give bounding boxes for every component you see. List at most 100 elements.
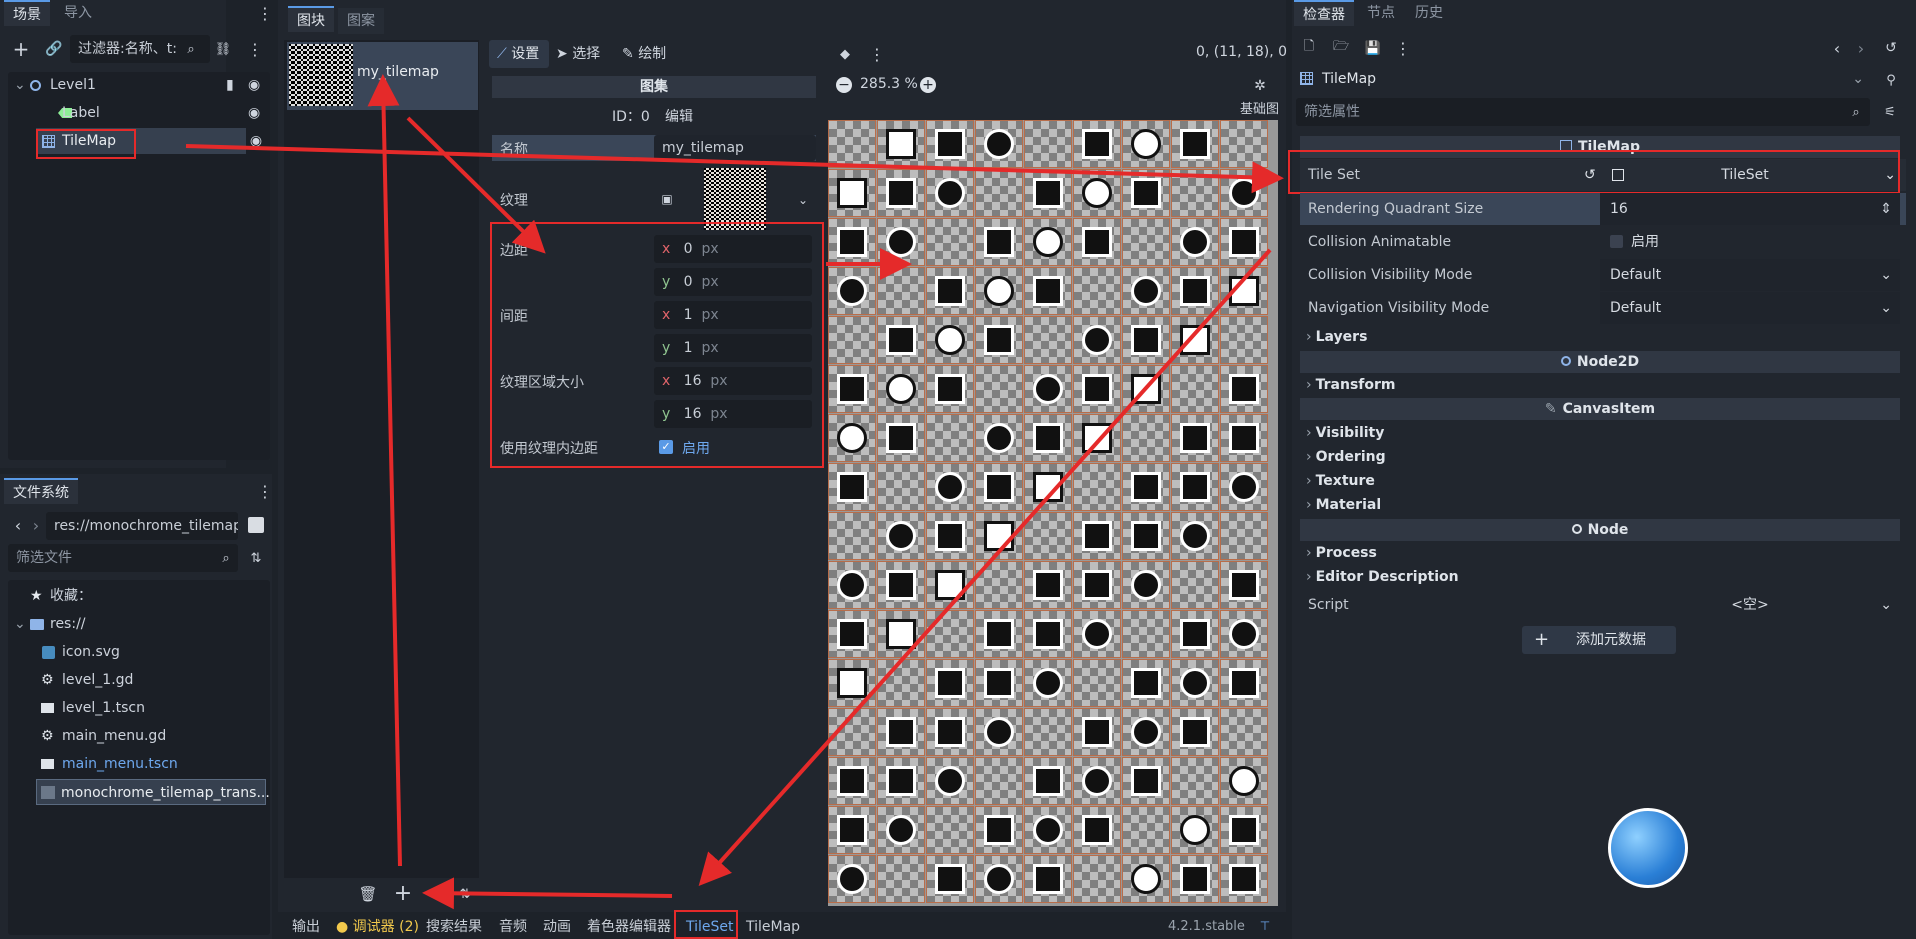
atlas-tile[interactable] bbox=[1171, 512, 1219, 560]
atlas-tile[interactable] bbox=[975, 708, 1023, 756]
save-icon[interactable]: 💾 bbox=[1364, 38, 1382, 58]
atlas-tile[interactable] bbox=[1073, 855, 1121, 903]
atlas-tile[interactable] bbox=[926, 120, 974, 168]
prop-collision-visibility[interactable]: Collision Visibility Mode Default ⌄ bbox=[1300, 259, 1906, 291]
atlas-tile[interactable] bbox=[926, 463, 974, 511]
atlas-tile[interactable] bbox=[1024, 267, 1072, 315]
atlas-tile[interactable] bbox=[975, 855, 1023, 903]
atlas-tile[interactable] bbox=[877, 169, 925, 217]
atlas-tile[interactable] bbox=[1024, 463, 1072, 511]
mode-paint-button[interactable]: ✎ 绘制 bbox=[622, 40, 666, 68]
link-icon[interactable]: 🔗 bbox=[44, 38, 64, 60]
script-icon[interactable]: ▮ bbox=[226, 72, 234, 98]
atlas-tile[interactable] bbox=[1171, 365, 1219, 413]
open-folder-icon[interactable]: 🗁 bbox=[1332, 38, 1350, 58]
tab-inspector[interactable]: 检查器 bbox=[1294, 0, 1354, 26]
atlas-tile[interactable] bbox=[926, 855, 974, 903]
atlas-tile[interactable] bbox=[828, 561, 876, 609]
atlas-tile[interactable] bbox=[1024, 512, 1072, 560]
atlas-tile[interactable] bbox=[926, 806, 974, 854]
prop-rendering-quadrant[interactable]: Rendering Quadrant Size 16 ⇕ bbox=[1300, 193, 1906, 225]
mode-select-button[interactable]: ➤ 选择 bbox=[556, 40, 600, 68]
atlas-tile[interactable] bbox=[828, 708, 876, 756]
zoom-in-icon[interactable]: + bbox=[920, 77, 936, 93]
bottom-tab-search[interactable]: 搜索结果 bbox=[426, 915, 482, 939]
texture-reset-icon[interactable]: ▣ bbox=[660, 190, 674, 208]
atlas-tile[interactable] bbox=[1024, 708, 1072, 756]
atlas-tile[interactable] bbox=[1024, 120, 1072, 168]
atlas-tile[interactable] bbox=[1220, 512, 1268, 560]
atlas-tile[interactable] bbox=[1073, 610, 1121, 658]
filter-settings-icon[interactable]: ⚟ bbox=[1882, 103, 1898, 121]
atlas-tile[interactable] bbox=[926, 316, 974, 364]
section-material[interactable]: Material bbox=[1306, 494, 1382, 516]
atlas-tile[interactable] bbox=[828, 169, 876, 217]
atlas-tile[interactable] bbox=[1024, 659, 1072, 707]
atlas-tile[interactable] bbox=[1024, 610, 1072, 658]
scene-menu-icon[interactable]: ⋮ bbox=[247, 39, 263, 59]
atlas-tile[interactable] bbox=[828, 218, 876, 266]
atlas-tile[interactable] bbox=[1220, 267, 1268, 315]
prop-script[interactable]: Script <空> ⌄ bbox=[1300, 589, 1906, 621]
atlas-tile[interactable] bbox=[828, 855, 876, 903]
atlas-tile[interactable] bbox=[926, 610, 974, 658]
atlas-tile[interactable] bbox=[1024, 414, 1072, 462]
atlas-tile[interactable] bbox=[1171, 120, 1219, 168]
atlas-tile[interactable] bbox=[1171, 806, 1219, 854]
atlas-tile[interactable] bbox=[877, 463, 925, 511]
atlas-tile[interactable] bbox=[1220, 218, 1268, 266]
property-filter-input[interactable]: 筛选属性 bbox=[1296, 98, 1870, 126]
atlas-tile[interactable] bbox=[975, 365, 1023, 413]
atlas-tile[interactable] bbox=[1122, 414, 1170, 462]
atlas-tile[interactable] bbox=[1073, 463, 1121, 511]
atlas-tile[interactable] bbox=[1073, 757, 1121, 805]
atlas-tile[interactable] bbox=[1220, 855, 1268, 903]
atlas-tile[interactable] bbox=[1122, 463, 1170, 511]
atlas-tile[interactable] bbox=[1073, 120, 1121, 168]
atlas-tile[interactable] bbox=[1171, 708, 1219, 756]
atlas-edit-label[interactable]: 编辑 bbox=[665, 106, 693, 126]
kebab-icon[interactable]: ⋮ bbox=[869, 44, 885, 64]
atlas-tile[interactable] bbox=[1171, 610, 1219, 658]
atlas-tile[interactable] bbox=[1220, 561, 1268, 609]
atlas-tile[interactable] bbox=[926, 512, 974, 560]
bottom-tab-debugger[interactable]: ● 调试器 (2) bbox=[336, 915, 419, 939]
atlas-tile[interactable] bbox=[1024, 561, 1072, 609]
atlas-tile[interactable] bbox=[1220, 708, 1268, 756]
trash-icon[interactable]: 🗑 bbox=[358, 884, 378, 904]
atlas-tile[interactable] bbox=[1171, 267, 1219, 315]
atlas-tile[interactable] bbox=[1171, 218, 1219, 266]
atlas-tile[interactable] bbox=[1073, 708, 1121, 756]
favorites-item[interactable]: ★ 收藏： bbox=[8, 583, 270, 609]
atlas-tile[interactable] bbox=[975, 316, 1023, 364]
atlas-tile[interactable] bbox=[975, 512, 1023, 560]
file-item[interactable]: ⚙ level_1.gd bbox=[8, 667, 270, 693]
atlas-tile[interactable] bbox=[926, 708, 974, 756]
tab-patterns[interactable]: 图案 bbox=[338, 8, 384, 34]
back-icon[interactable]: ‹ bbox=[10, 515, 26, 535]
atlas-tile[interactable] bbox=[1171, 316, 1219, 364]
instance-scene-icon[interactable]: ⛓ bbox=[214, 39, 232, 59]
atlas-tile[interactable] bbox=[1073, 169, 1121, 217]
kebab-icon[interactable]: ⋮ bbox=[256, 4, 274, 23]
atlas-tile[interactable] bbox=[828, 610, 876, 658]
atlas-tile[interactable] bbox=[1122, 610, 1170, 658]
atlas-tile[interactable] bbox=[1122, 365, 1170, 413]
atlas-tile[interactable] bbox=[926, 365, 974, 413]
atlas-tile[interactable] bbox=[1122, 218, 1170, 266]
atlas-tile[interactable] bbox=[828, 414, 876, 462]
atlas-tile[interactable] bbox=[1122, 512, 1170, 560]
texture-preview[interactable] bbox=[704, 168, 766, 230]
atlas-tile[interactable] bbox=[975, 610, 1023, 658]
tab-history[interactable]: 历史 bbox=[1406, 0, 1452, 26]
atlas-tile[interactable] bbox=[975, 463, 1023, 511]
add-source-icon[interactable]: + bbox=[392, 881, 414, 906]
atlas-tile[interactable] bbox=[828, 316, 876, 364]
atlas-tile[interactable] bbox=[1171, 855, 1219, 903]
atlas-tile[interactable] bbox=[877, 120, 925, 168]
atlas-tile[interactable] bbox=[877, 218, 925, 266]
bottom-tab-audio[interactable]: 音频 bbox=[499, 915, 527, 939]
file-item[interactable]: main_menu.tscn bbox=[8, 751, 270, 777]
section-transform[interactable]: Transform bbox=[1306, 374, 1396, 396]
atlas-tile[interactable] bbox=[1073, 806, 1121, 854]
